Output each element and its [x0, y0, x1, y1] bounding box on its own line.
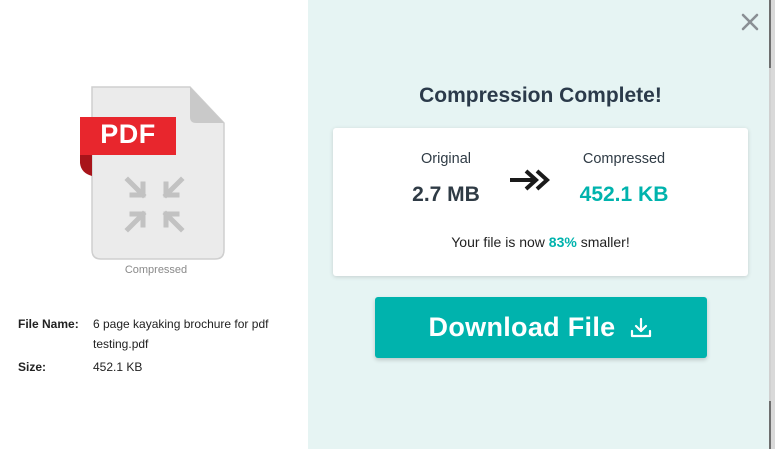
compressed-size-value: 452.1 KB	[579, 183, 669, 206]
file-document-icon	[80, 86, 225, 260]
reduction-summary: Your file is now 83% smaller!	[333, 234, 748, 250]
compression-result-card: Original 2.7 MB Compressed 452.1 KB Your…	[333, 128, 748, 276]
file-name-label: File Name:	[18, 317, 79, 331]
double-arrow-right-icon	[510, 169, 550, 191]
download-icon	[631, 317, 652, 337]
summary-prefix: Your file is now	[451, 234, 549, 250]
file-name-value: 6 page kayaking brochure for pdf testing…	[93, 317, 269, 351]
download-file-button[interactable]: Download File	[375, 297, 707, 358]
original-size-label: Original	[421, 151, 471, 167]
close-icon	[741, 13, 759, 31]
file-size-label: Size:	[18, 360, 47, 374]
compressed-size-label: Compressed	[582, 151, 666, 167]
summary-suffix: smaller!	[576, 234, 630, 250]
original-size-value: 2.7 MB	[412, 183, 480, 206]
reduction-percent: 83%	[548, 234, 577, 250]
close-button[interactable]	[738, 10, 762, 34]
window-edge	[769, 0, 775, 449]
pdf-badge-label: PDF	[100, 119, 156, 149]
download-button-label: Download File	[428, 312, 616, 342]
thumbnail-caption: Compressed	[124, 264, 188, 276]
file-size-value: 452.1 KB	[93, 360, 143, 374]
pdf-file-icon: PDF	[78, 85, 228, 265]
page-title: Compression Complete!	[419, 84, 662, 107]
